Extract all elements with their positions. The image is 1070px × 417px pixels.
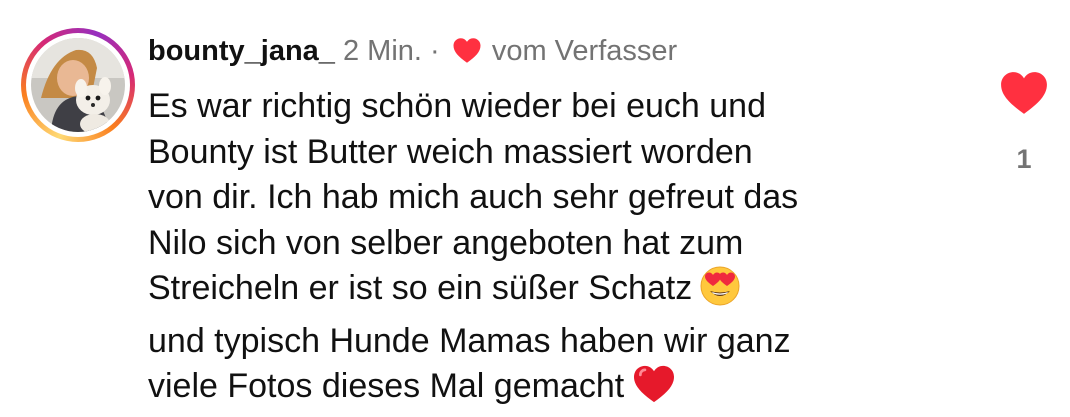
like-heart-icon[interactable] <box>999 70 1049 116</box>
comment-line: Es war richtig schön wieder bei euch und <box>148 87 766 125</box>
liked-by-author-heart-icon <box>452 35 482 75</box>
comment-line-text: Streicheln er ist so ein süßer Schatz <box>148 269 693 307</box>
meta-separator: · <box>430 35 440 67</box>
username-link[interactable]: bounty_jana_ <box>148 35 335 67</box>
comment-time: 2 Min. <box>343 35 422 67</box>
liked-by-author-label: vom Verfasser <box>491 35 678 67</box>
comment-line: Bounty ist Butter weich massiert worden <box>148 132 753 171</box>
comment-line-text: viele Fotos dieses Mal gemacht <box>148 367 625 405</box>
comment-body: Es war richtig schön wieder bei euch und… <box>148 84 968 417</box>
like-count[interactable]: 1 <box>1002 144 1046 175</box>
comment-header: bounty_jana_ 2 Min. · vom Verfasser <box>148 31 677 75</box>
red-heart-emoji-icon <box>632 364 676 417</box>
comment-line: von dir. Ich hab mich auch sehr gefreut … <box>148 178 799 216</box>
avatar-ring-gap <box>26 33 130 137</box>
avatar[interactable] <box>31 38 125 132</box>
heart-eyes-emoji-icon <box>700 266 740 319</box>
comment-line-with-emoji: Streicheln er ist so ein süßer Schatz <box>148 266 968 319</box>
comment-line-with-emoji: viele Fotos dieses Mal gemacht <box>148 364 968 417</box>
avatar-story-ring[interactable] <box>21 28 135 142</box>
avatar-photo <box>31 38 125 132</box>
comment-line: Nilo sich von selber angeboten hat zum <box>148 223 744 262</box>
comment-line: und typisch Hunde Mamas haben wir ganz <box>148 321 791 360</box>
